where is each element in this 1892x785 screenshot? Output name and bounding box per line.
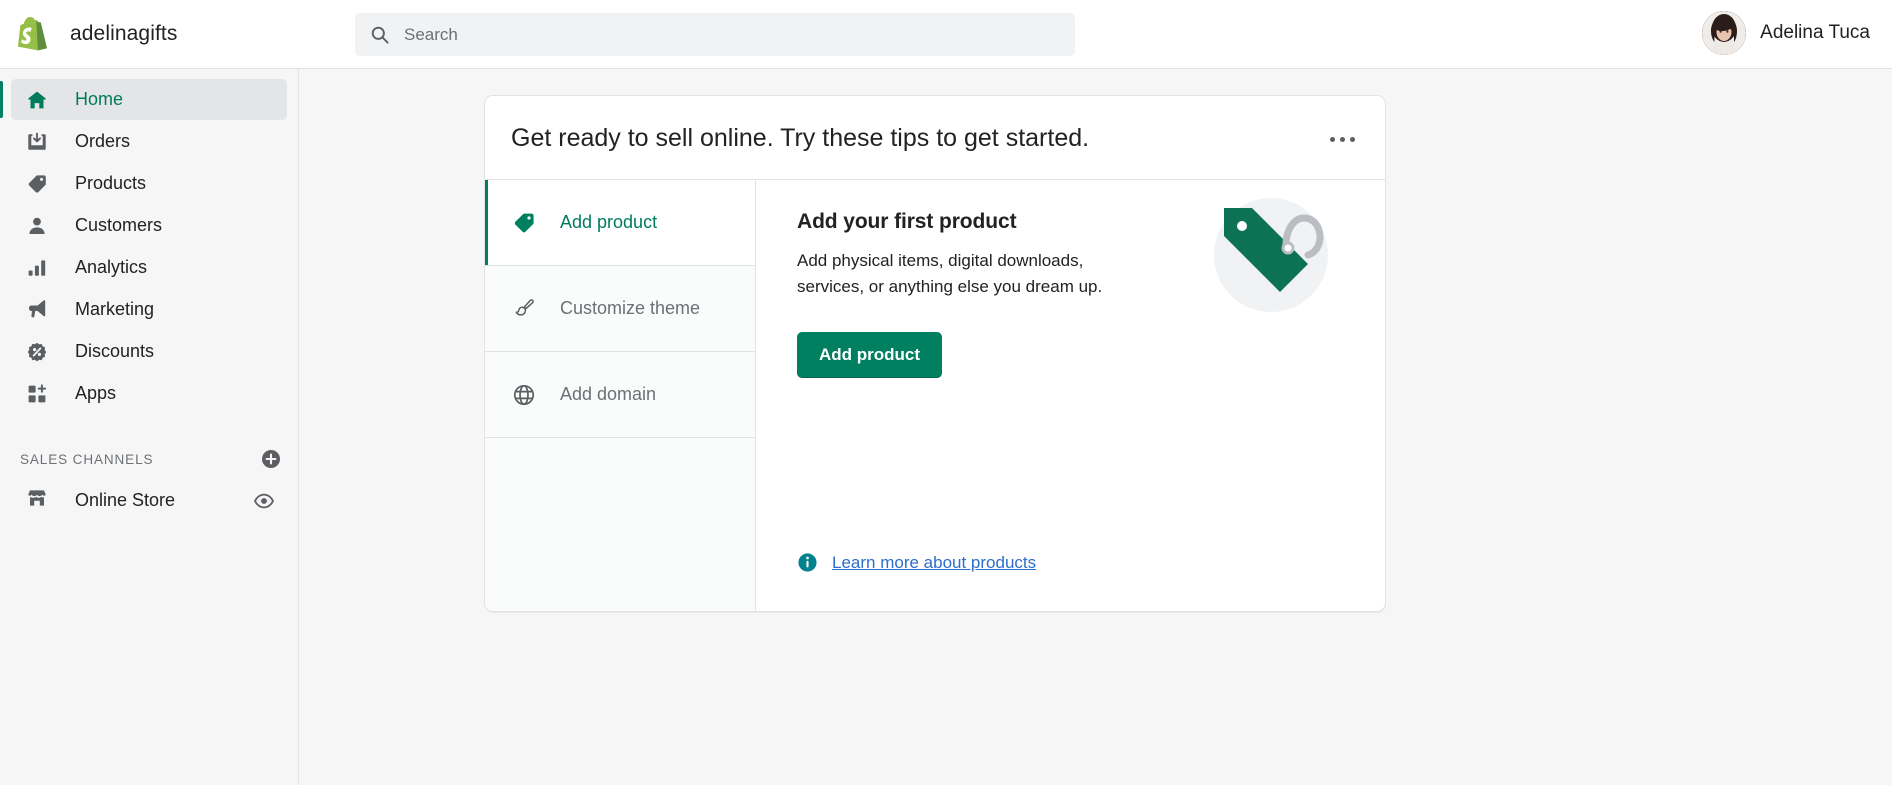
tab-add-domain[interactable]: Add domain — [485, 352, 755, 438]
eye-icon[interactable] — [253, 490, 275, 512]
search-input[interactable] — [404, 14, 1044, 55]
sidebar-item-marketing[interactable]: Marketing — [11, 289, 287, 330]
setup-tab-list: Add product Customize theme — [485, 180, 756, 611]
plus-circle-icon[interactable] — [260, 448, 282, 470]
sidebar-item-label: Analytics — [75, 257, 147, 278]
card-body: Add product Customize theme — [485, 180, 1385, 611]
tab-list-filler — [485, 438, 755, 611]
product-tag-illustration — [1214, 198, 1328, 312]
discounts-badge-icon — [26, 341, 48, 363]
sidebar-item-label: Home — [75, 89, 123, 110]
search-icon — [370, 25, 390, 45]
sidebar-item-analytics[interactable]: Analytics — [11, 247, 287, 288]
tab-customize-theme[interactable]: Customize theme — [485, 266, 755, 352]
products-tag-icon — [26, 173, 48, 195]
tab-label: Customize theme — [560, 298, 700, 319]
sales-channels-title: SALES CHANNELS — [20, 452, 153, 467]
detail-description: Add physical items, digital downloads, s… — [797, 248, 1127, 301]
tag-icon — [512, 211, 536, 235]
sidebar-item-customers[interactable]: Customers — [11, 205, 287, 246]
sales-channels-header: SALES CHANNELS — [11, 444, 282, 474]
sidebar-item-discounts[interactable]: Discounts — [11, 331, 287, 372]
customers-icon — [26, 215, 48, 237]
tab-add-product[interactable]: Add product — [485, 180, 755, 266]
sidebar-item-online-store[interactable]: Online Store — [11, 480, 287, 521]
search-area — [355, 13, 1075, 56]
search-box[interactable] — [355, 13, 1075, 56]
setup-guide-card: Get ready to sell online. Try these tips… — [484, 95, 1386, 612]
sidebar-item-apps[interactable]: Apps — [11, 373, 287, 414]
dot — [1350, 137, 1355, 142]
sidebar-item-label: Customers — [75, 215, 162, 236]
sidebar-item-label: Apps — [75, 383, 116, 404]
sidebar-item-products[interactable]: Products — [11, 163, 287, 204]
tab-label: Add product — [560, 212, 657, 233]
sidebar-item-label: Discounts — [75, 341, 154, 362]
top-bar: adelinagifts — [0, 0, 1892, 69]
learn-more-row: Learn more about products — [797, 552, 1036, 573]
tab-label: Add domain — [560, 384, 656, 405]
shopify-bag-icon — [18, 17, 48, 51]
sidebar: Home Orders Products Customers — [0, 69, 299, 785]
home-icon — [26, 89, 48, 111]
card-header: Get ready to sell online. Try these tips… — [485, 96, 1385, 180]
sidebar-item-home[interactable]: Home — [11, 79, 287, 120]
dot — [1340, 137, 1345, 142]
sidebar-item-label: Online Store — [75, 490, 253, 511]
user-menu[interactable]: Adelina Tuca — [1702, 11, 1870, 55]
setup-detail-panel: Add your first product Add physical item… — [756, 180, 1385, 611]
brand-area[interactable]: adelinagifts — [0, 17, 300, 51]
avatar — [1702, 11, 1746, 55]
store-name: adelinagifts — [70, 22, 177, 46]
globe-icon — [512, 383, 536, 407]
main-content: Get ready to sell online. Try these tips… — [300, 69, 1892, 785]
sidebar-item-label: Products — [75, 173, 146, 194]
ellipsis-icon[interactable] — [1325, 125, 1359, 153]
user-name: Adelina Tuca — [1760, 22, 1870, 44]
add-product-button[interactable]: Add product — [797, 332, 942, 378]
storefront-icon — [26, 487, 48, 514]
info-icon[interactable] — [797, 552, 818, 573]
brush-icon — [512, 297, 536, 321]
marketing-megaphone-icon — [26, 299, 48, 321]
sidebar-item-label: Orders — [75, 131, 130, 152]
page-title: Get ready to sell online. Try these tips… — [511, 123, 1089, 153]
orders-icon — [26, 131, 48, 153]
learn-more-link[interactable]: Learn more about products — [832, 553, 1036, 573]
analytics-bars-icon — [26, 257, 48, 279]
dot — [1330, 137, 1335, 142]
apps-grid-plus-icon — [26, 383, 48, 405]
sidebar-item-orders[interactable]: Orders — [11, 121, 287, 162]
sidebar-item-label: Marketing — [75, 299, 154, 320]
